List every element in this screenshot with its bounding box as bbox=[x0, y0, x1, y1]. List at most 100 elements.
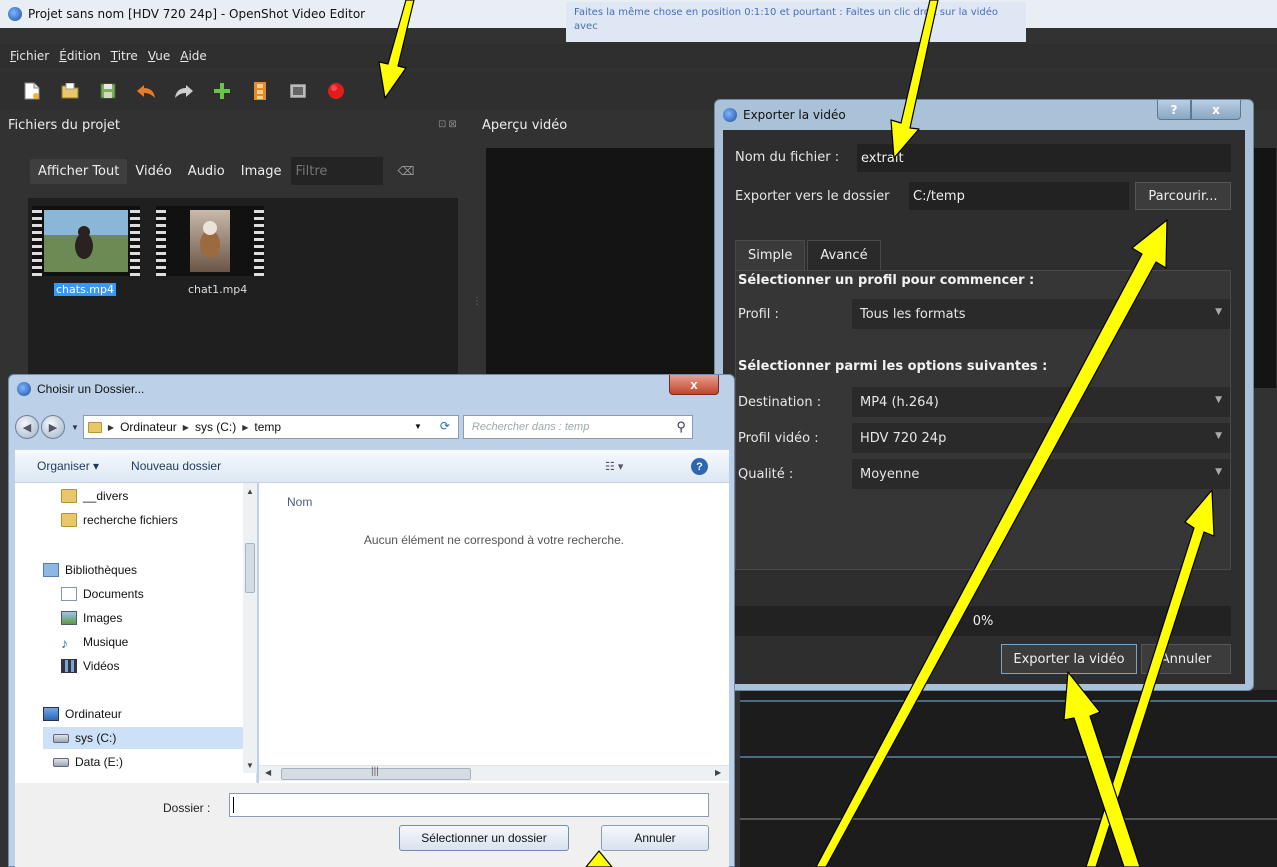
tree-item-ordinateur[interactable]: Ordinateur bbox=[43, 703, 122, 725]
filter-show-all[interactable]: Afficher Tout bbox=[30, 158, 128, 184]
filter-input[interactable] bbox=[291, 157, 384, 185]
filter-audio[interactable]: Audio bbox=[180, 159, 233, 184]
folder-dialog-title: Choisir un Dossier... bbox=[37, 382, 145, 396]
open-project-icon[interactable] bbox=[60, 81, 80, 101]
breadcrumb-temp[interactable]: temp bbox=[254, 420, 281, 434]
destination-select[interactable]: MP4 (h.264) ▼ bbox=[852, 387, 1230, 417]
tree-item-recherche-fichiers[interactable]: recherche fichiers bbox=[61, 509, 178, 531]
tree-item-data-e[interactable]: Data (E:) bbox=[53, 751, 123, 773]
file-thumbnail-chat1[interactable] bbox=[156, 206, 264, 276]
navigation-bar: ◀ ▶ ▼ ▶ Ordinateur ▶ sys (C:) ▶ temp ▼ ⟳… bbox=[15, 411, 729, 443]
menu-vue[interactable]: Vue bbox=[148, 49, 170, 63]
close-button[interactable]: x bbox=[1191, 100, 1241, 120]
search-input[interactable]: Rechercher dans : temp ⚲ bbox=[462, 415, 693, 439]
tree-item-videos[interactable]: Vidéos bbox=[61, 655, 119, 677]
refresh-icon[interactable]: ⟳ bbox=[440, 419, 450, 433]
cancel-export-button[interactable]: Annuler bbox=[1141, 644, 1231, 674]
cancel-folder-button[interactable]: Annuler bbox=[601, 825, 709, 851]
filter-video[interactable]: Vidéo bbox=[127, 159, 179, 184]
menu-bar: Fichier Édition Titre Vue Aide bbox=[0, 44, 1277, 68]
save-project-icon[interactable] bbox=[98, 81, 118, 101]
new-folder-button[interactable]: Nouveau dossier bbox=[131, 459, 221, 473]
scroll-grip-icon: ||| bbox=[371, 766, 379, 777]
tree-label: Musique bbox=[83, 635, 129, 649]
export-tabs: Simple Avancé bbox=[735, 240, 883, 270]
video-profile-select[interactable]: HDV 720 24p ▼ bbox=[852, 423, 1230, 453]
folder-icon bbox=[61, 489, 77, 503]
export-video-button[interactable]: Exporter la vidéo bbox=[1001, 644, 1137, 674]
breadcrumb-separator-icon[interactable]: ▶ bbox=[108, 423, 114, 432]
folder-title-bar: Choisir un Dossier... bbox=[9, 375, 734, 403]
scroll-down-icon[interactable]: ▼ bbox=[246, 761, 254, 770]
video-profile-value: HDV 720 24p bbox=[860, 430, 947, 446]
new-project-icon[interactable] bbox=[22, 81, 42, 101]
tree-item-bibliotheques[interactable]: Bibliothèques bbox=[43, 559, 137, 581]
breadcrumb-separator-icon[interactable]: ▶ bbox=[242, 423, 248, 432]
redo-icon[interactable] bbox=[174, 81, 194, 101]
file-label-chat1[interactable]: chat1.mp4 bbox=[188, 283, 247, 296]
breadcrumb-separator-icon[interactable]: ▶ bbox=[183, 423, 189, 432]
tree-label: Bibliothèques bbox=[65, 563, 138, 577]
tree-item-images[interactable]: Images bbox=[61, 607, 122, 629]
tree-item-musique[interactable]: ♪ Musique bbox=[61, 631, 128, 653]
tab-simple[interactable]: Simple bbox=[735, 240, 806, 270]
clear-filter-icon[interactable]: ⌫ bbox=[397, 164, 414, 178]
folder-name-input[interactable] bbox=[229, 793, 709, 817]
fullscreen-icon[interactable] bbox=[288, 81, 308, 101]
view-options-icon[interactable]: ☷ ▾ bbox=[605, 460, 623, 473]
breadcrumb-sys-c[interactable]: sys (C:) bbox=[195, 420, 236, 434]
navigation-scrollbar[interactable]: ▲ ▼ bbox=[243, 483, 257, 773]
horizontal-scrollbar[interactable]: ◀ ||| ▶ bbox=[259, 765, 729, 781]
filter-image[interactable]: Image bbox=[233, 159, 290, 184]
filename-label: Nom du fichier : bbox=[735, 150, 840, 165]
computer-icon bbox=[43, 707, 59, 721]
browse-button[interactable]: Parcourir... bbox=[1135, 182, 1231, 210]
export-folder-input[interactable]: C:/temp bbox=[909, 182, 1129, 210]
panel-float-close-icon[interactable]: ⊡⊠ bbox=[438, 119, 459, 130]
film-clip-icon[interactable] bbox=[250, 81, 270, 101]
address-dropdown-icon[interactable]: ▼ bbox=[414, 422, 422, 431]
tree-item-sys-c[interactable]: sys (C:) bbox=[43, 727, 243, 749]
destination-label: Destination : bbox=[738, 395, 822, 410]
film-icon bbox=[61, 659, 77, 673]
profile-section-title: Sélectionner un profil pour commencer : bbox=[738, 273, 1035, 288]
menu-fichier[interactable]: Fichier bbox=[10, 49, 49, 63]
main-window-title: Projet sans nom [HDV 720 24p] - OpenShot… bbox=[28, 7, 366, 21]
back-arrow-icon[interactable]: ◀ bbox=[15, 415, 39, 439]
scroll-thumb[interactable] bbox=[245, 543, 255, 593]
scroll-left-icon[interactable]: ◀ bbox=[265, 768, 271, 777]
organize-button[interactable]: Organiser ▾ bbox=[37, 459, 99, 473]
tree-item-documents[interactable]: Documents bbox=[61, 583, 144, 605]
tab-advanced[interactable]: Avancé bbox=[807, 240, 881, 270]
undo-icon[interactable] bbox=[136, 81, 156, 101]
help-icon[interactable]: ? bbox=[691, 458, 708, 475]
menu-titre[interactable]: Titre bbox=[111, 49, 138, 63]
breadcrumb-ordinateur[interactable]: Ordinateur bbox=[120, 420, 177, 434]
project-files-list[interactable]: chats.mp4 chat1.mp4 bbox=[28, 198, 458, 378]
search-placeholder: Rechercher dans : temp bbox=[471, 421, 590, 433]
menu-edition[interactable]: Édition bbox=[59, 49, 101, 63]
record-export-icon[interactable] bbox=[326, 81, 346, 101]
close-button[interactable]: x bbox=[669, 375, 719, 395]
file-label-chats[interactable]: chats.mp4 bbox=[54, 283, 116, 296]
folder-icon bbox=[87, 421, 102, 433]
forward-arrow-icon[interactable]: ▶ bbox=[41, 415, 65, 439]
filename-input[interactable]: extrait bbox=[857, 144, 1231, 172]
scroll-right-icon[interactable]: ▶ bbox=[715, 768, 721, 777]
history-dropdown-icon[interactable]: ▼ bbox=[71, 423, 79, 432]
scroll-up-icon[interactable]: ▲ bbox=[246, 487, 254, 496]
background-document-text: Faites la même chose en position 0:1:10 … bbox=[566, 2, 1026, 42]
menu-aide[interactable]: Aide bbox=[180, 49, 207, 63]
help-button[interactable]: ? bbox=[1157, 100, 1191, 120]
quality-select[interactable]: Moyenne ▼ bbox=[852, 459, 1230, 489]
add-file-plus-icon[interactable] bbox=[212, 81, 232, 101]
address-bar[interactable]: ▶ Ordinateur ▶ sys (C:) ▶ temp ▼ ⟳ bbox=[82, 415, 459, 439]
tree-item-divers[interactable]: __divers bbox=[61, 485, 128, 507]
panel-splitter[interactable]: ⋮ bbox=[472, 296, 482, 307]
column-header-name[interactable]: Nom bbox=[287, 495, 312, 509]
file-thumbnail-chats[interactable] bbox=[32, 206, 140, 276]
music-note-icon: ♪ bbox=[61, 635, 68, 651]
profile-label: Profil : bbox=[738, 307, 779, 322]
select-folder-button[interactable]: Sélectionner un dossier bbox=[399, 825, 569, 851]
profile-select[interactable]: Tous les formats ▼ bbox=[852, 299, 1230, 329]
